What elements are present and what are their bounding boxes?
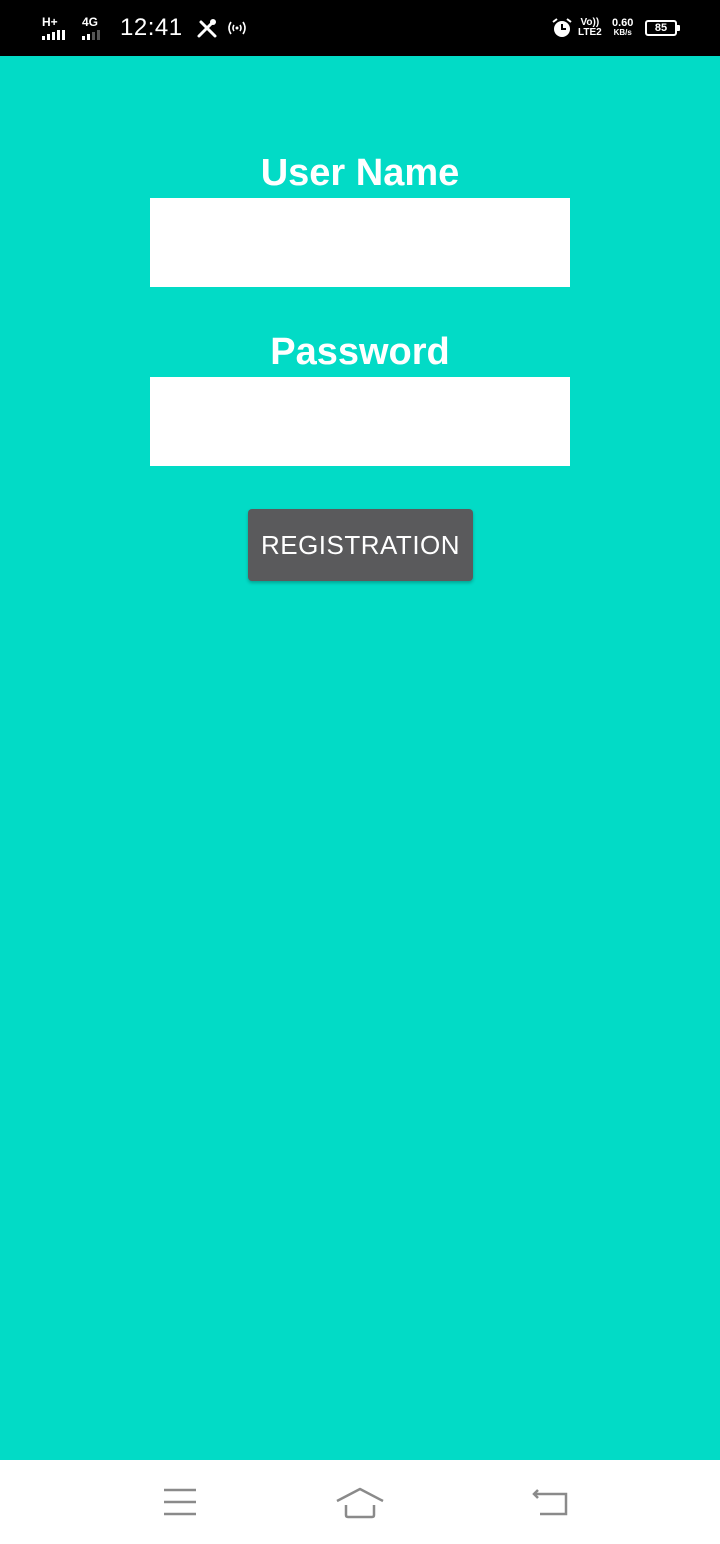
signal-2: 4G	[82, 0, 100, 56]
registration-button[interactable]: REGISTRATION	[248, 509, 473, 581]
battery-level: 85	[654, 22, 668, 34]
signal-icon-2	[82, 30, 100, 40]
network-type-label: H+	[42, 15, 58, 29]
menu-icon	[164, 1488, 196, 1516]
clock: 12:41	[120, 14, 183, 41]
hotspot-icon	[226, 0, 248, 56]
signal-1: H+	[42, 0, 65, 56]
navigation-bar	[0, 1460, 720, 1544]
network-type-label-2: 4G	[82, 15, 99, 29]
lte-label: LTE2	[578, 27, 602, 38]
home-icon	[336, 1487, 384, 1519]
password-input[interactable]	[150, 377, 570, 466]
home-button[interactable]	[335, 1480, 385, 1524]
menu-button[interactable]	[155, 1480, 205, 1524]
tools-icon	[196, 0, 218, 56]
speed-unit: KB/s	[613, 28, 632, 37]
password-label: Password	[270, 331, 450, 373]
registration-screen: User Name Password REGISTRATION	[0, 56, 720, 1460]
username-label: User Name	[260, 152, 460, 194]
status-bar: H+ 4G 12:41 Vo)) LTE2 0.60 KB/s 85	[0, 0, 720, 56]
username-input[interactable]	[150, 198, 570, 287]
alarm-icon	[551, 0, 573, 56]
back-icon	[532, 1489, 568, 1516]
battery-icon: 85	[645, 20, 680, 36]
signal-icon	[42, 30, 65, 40]
back-button[interactable]	[525, 1480, 575, 1524]
speed-value: 0.60	[612, 17, 634, 29]
